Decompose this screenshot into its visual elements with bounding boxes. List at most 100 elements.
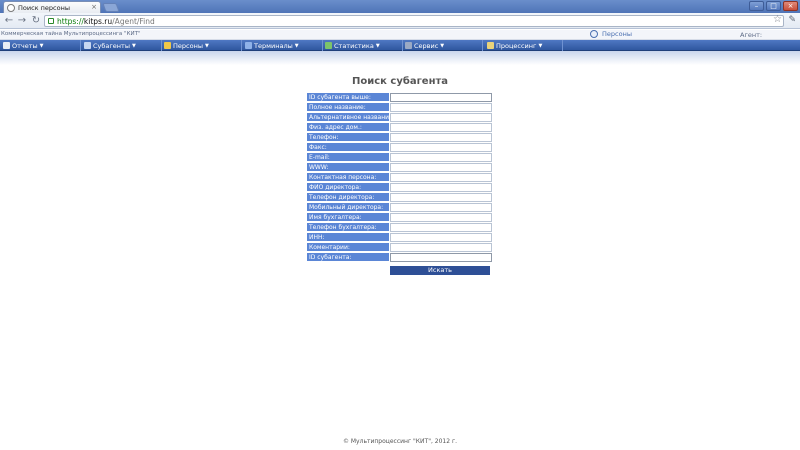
field-label: WWW: [307,163,389,172]
search-button[interactable]: Искать [390,266,490,275]
subagent-id-from-input[interactable] [390,93,492,102]
field-label: Физ. адрес дом.: [307,123,389,132]
email-input[interactable] [390,153,492,162]
form-row: Телефон: [307,133,493,143]
menu-item-label: Персоны [173,41,203,50]
forward-arrow-icon[interactable]: → [16,15,28,27]
www-input[interactable] [390,163,492,172]
menu-shadow [0,51,800,65]
field-label: Имя бухгалтера: [307,213,389,222]
lock-icon [48,18,54,24]
close-window-button[interactable]: × [783,1,798,11]
reload-icon[interactable]: ↻ [30,15,42,27]
menu-item-label: Статистика [334,41,374,50]
accountant-phone-input[interactable] [390,223,492,232]
director-name-input[interactable] [390,183,492,192]
page-favicon-icon [7,3,15,12]
form-row: E-mail: [307,153,493,163]
field-label: Телефон: [307,133,389,142]
address-bar[interactable]: https:// kitps.ru /Agent/Find [44,15,784,27]
tab-title: Поиск персоны [18,3,70,12]
menu-item-label: Терминалы [254,41,293,50]
statistics-icon [325,42,332,49]
back-arrow-icon[interactable]: ← [3,15,15,27]
accountant-name-input[interactable] [390,213,492,222]
menu-item-label: Субагенты [93,41,130,50]
field-label: Альтернативное название: [307,113,389,122]
menu-item-terminals[interactable]: Терминалы ▼ [245,40,323,51]
wrench-icon[interactable]: ✎ [788,15,796,25]
field-label: Телефон директора: [307,193,389,202]
form-row: ИНН: [307,233,493,243]
full-name-input[interactable] [390,103,492,112]
persons-icon [164,42,171,49]
inn-input[interactable] [390,233,492,242]
browser-toolbar: ← → ↻ https:// kitps.ru /Agent/Find ☆ ✎ [0,13,800,29]
menu-item-subagents[interactable]: Субагенты ▼ [84,40,162,51]
form-row: ФИО директора: [307,183,493,193]
bookmark-star-icon[interactable]: ☆ [773,14,782,25]
fax-input[interactable] [390,143,492,152]
field-label: ИНН: [307,233,389,242]
window-controls: – □ × [749,1,798,11]
chevron-down-icon: ▼ [131,42,136,49]
maximize-button[interactable]: □ [766,1,781,11]
subagent-id-input[interactable] [390,253,492,262]
tab-close-icon[interactable]: × [91,3,97,11]
reports-icon [3,42,10,49]
form-row: Факс: [307,143,493,153]
chevron-down-icon: ▼ [39,42,44,49]
director-phone-input[interactable] [390,193,492,202]
chevron-down-icon: ▼ [294,42,299,49]
form-row: Коментарии: [307,243,493,253]
menu-item-persons[interactable]: Персоны ▼ [164,40,242,51]
field-label: Телефон бухгалтера: [307,223,389,232]
contact-person-input[interactable] [390,173,492,182]
form-row: Физ. адрес дом.: [307,123,493,133]
address-input[interactable] [390,123,492,132]
form-row: Телефон бухгалтера: [307,223,493,233]
form-row: Имя бухгалтера: [307,213,493,223]
comments-input[interactable] [390,243,492,252]
field-label: E-mail: [307,153,389,162]
chevron-down-icon: ▼ [538,42,543,49]
subagent-search-form: ID субагента выше: Полное название: Альт… [307,93,493,263]
subagents-icon [84,42,91,49]
minimize-button[interactable]: – [749,1,764,11]
chevron-down-icon: ▼ [440,42,445,49]
phone-input[interactable] [390,133,492,142]
url-host: kitps.ru [83,16,113,26]
confidential-notice: Коммерческая тайна Мультипроцессинга "КИ… [1,31,141,37]
service-icon [405,42,412,49]
field-label: ID субагента: [307,253,389,262]
terminals-icon [245,42,252,49]
url-path: /Agent/Find [112,16,155,26]
page-title: Поиск субагента [351,76,449,87]
persons-link-label: Персоны [602,30,632,38]
persons-gear-icon [590,30,598,38]
menu-item-label: Сервис [414,41,439,50]
form-row: Альтернативное название: [307,113,493,123]
menu-item-statistics[interactable]: Статистика ▼ [325,40,403,51]
footer-copyright: © Мультипроцессинг "КИТ", 2012 г. [342,438,458,445]
persons-link[interactable]: Персоны [590,30,632,38]
field-label: ID субагента выше: [307,93,389,102]
browser-tab[interactable]: Поиск персоны × [3,1,101,13]
form-row: Полное название: [307,103,493,113]
form-row: ID субагента выше: [307,93,493,103]
menu-item-processing[interactable]: Процессинг ▼ [487,40,563,51]
menu-item-service[interactable]: Сервис ▼ [405,40,483,51]
field-label: ФИО директора: [307,183,389,192]
menu-item-label: Отчеты [12,41,38,50]
field-label: Мобильный директора: [307,203,389,212]
form-row: ID субагента: [307,253,493,263]
field-label: Полное название: [307,103,389,112]
form-row: WWW: [307,163,493,173]
app-header: Коммерческая тайна Мультипроцессинга "КИ… [0,30,800,40]
menu-item-label: Процессинг [496,41,537,50]
director-mobile-input[interactable] [390,203,492,212]
menu-item-reports[interactable]: Отчеты ▼ [3,40,81,51]
alt-name-input[interactable] [390,113,492,122]
new-tab-button[interactable] [102,3,120,12]
main-menu: Отчеты ▼ Субагенты ▼ Персоны ▼ Терминалы… [0,40,800,51]
